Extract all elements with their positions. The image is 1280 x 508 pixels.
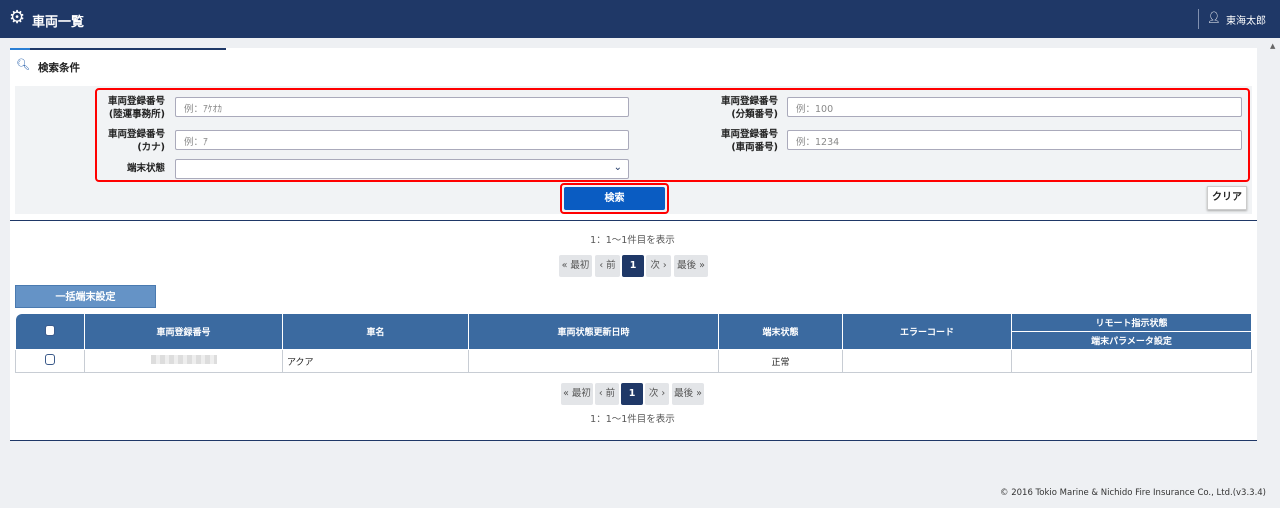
class-number-input[interactable]: 例：100 [787,97,1242,117]
user-name[interactable]: 東海太郎 [1226,12,1266,27]
user-icon: 👤︎ [1207,11,1221,24]
col-reg-number[interactable]: 車両登録番号 [85,314,283,350]
result-count: 1：1〜1件目を表示 [540,232,725,246]
terminal-status-cell: 正常 [719,350,843,373]
field-label-office: 車両登録番号(陸運事務所) [85,95,165,121]
status-label: 端末状態 [85,162,165,175]
pager-prev[interactable]: ‹ 前 [595,383,619,405]
scrollbar[interactable]: ▲ [1268,38,1280,508]
blurred-reg-number [151,355,217,364]
reg-number-cell [85,350,283,373]
search-section-title: 検索条件 [38,60,80,75]
error-code-cell [843,350,1012,373]
select-all-cell [16,314,85,350]
pager-first[interactable]: « 最初 [561,383,593,405]
pager-last[interactable]: 最後 » [674,255,708,277]
car-name-cell: アクア [283,350,469,373]
divider [10,220,1257,221]
pager-prev[interactable]: ‹ 前 [595,255,620,277]
updated-cell [469,350,719,373]
col-terminal-params[interactable]: 端末パラメータ設定 [1012,332,1252,350]
col-car-name[interactable]: 車名 [283,314,469,350]
remote-status-cell [1012,350,1252,373]
divider [1198,9,1199,29]
clear-button[interactable]: クリア [1207,186,1247,210]
app-header: ⚙ 車両一覧 👤︎ 東海太郎 [0,0,1280,38]
search-button[interactable]: 検索 [564,187,665,210]
page-title: 車両一覧 [32,11,84,30]
vehicle-number-input[interactable]: 例：1234 [787,130,1242,150]
row-checkbox[interactable] [45,354,55,365]
col-updated[interactable]: 車両状態更新日時 [469,314,719,350]
pager-next[interactable]: 次 › [646,255,671,277]
copyright: © 2016 Tokio Marine & Nichido Fire Insur… [1000,488,1266,498]
chevron-down-icon: ⌄ [614,162,622,173]
search-icon: 🔍︎ [16,58,30,71]
kana-input[interactable]: 例：ｱ [175,130,629,150]
gear-icon[interactable]: ⚙ [9,8,25,28]
select-all-checkbox[interactable] [45,325,55,336]
pager-page-1[interactable]: 1 [622,255,644,277]
field-label-kana: 車両登録番号(カナ) [85,128,165,154]
pager-next[interactable]: 次 › [645,383,669,405]
status-select[interactable]: ⌄ [175,159,629,179]
vehicle-table: 車両登録番号 車名 車両状態更新日時 端末状態 エラーコード リモート指示状態 … [15,313,1252,373]
result-count-bottom: 1：1〜1件目を表示 [540,411,725,425]
field-label-class: 車両登録番号(分類番号) [698,95,778,121]
col-error-code[interactable]: エラーコード [843,314,1012,350]
pager-last[interactable]: 最後 » [672,383,704,405]
col-remote-status[interactable]: リモート指示状態 [1012,314,1252,332]
col-terminal-status[interactable]: 端末状態 [719,314,843,350]
pager-first[interactable]: « 最初 [559,255,592,277]
office-input[interactable]: 例：ｱｹｵｶ [175,97,629,117]
field-label-vehicle-no: 車両登録番号(車両番号) [698,128,778,154]
table-row: アクア 正常 [16,350,1252,373]
bulk-terminal-settings-button[interactable]: 一括端末設定 [15,285,156,308]
pager-page-1[interactable]: 1 [621,383,643,405]
